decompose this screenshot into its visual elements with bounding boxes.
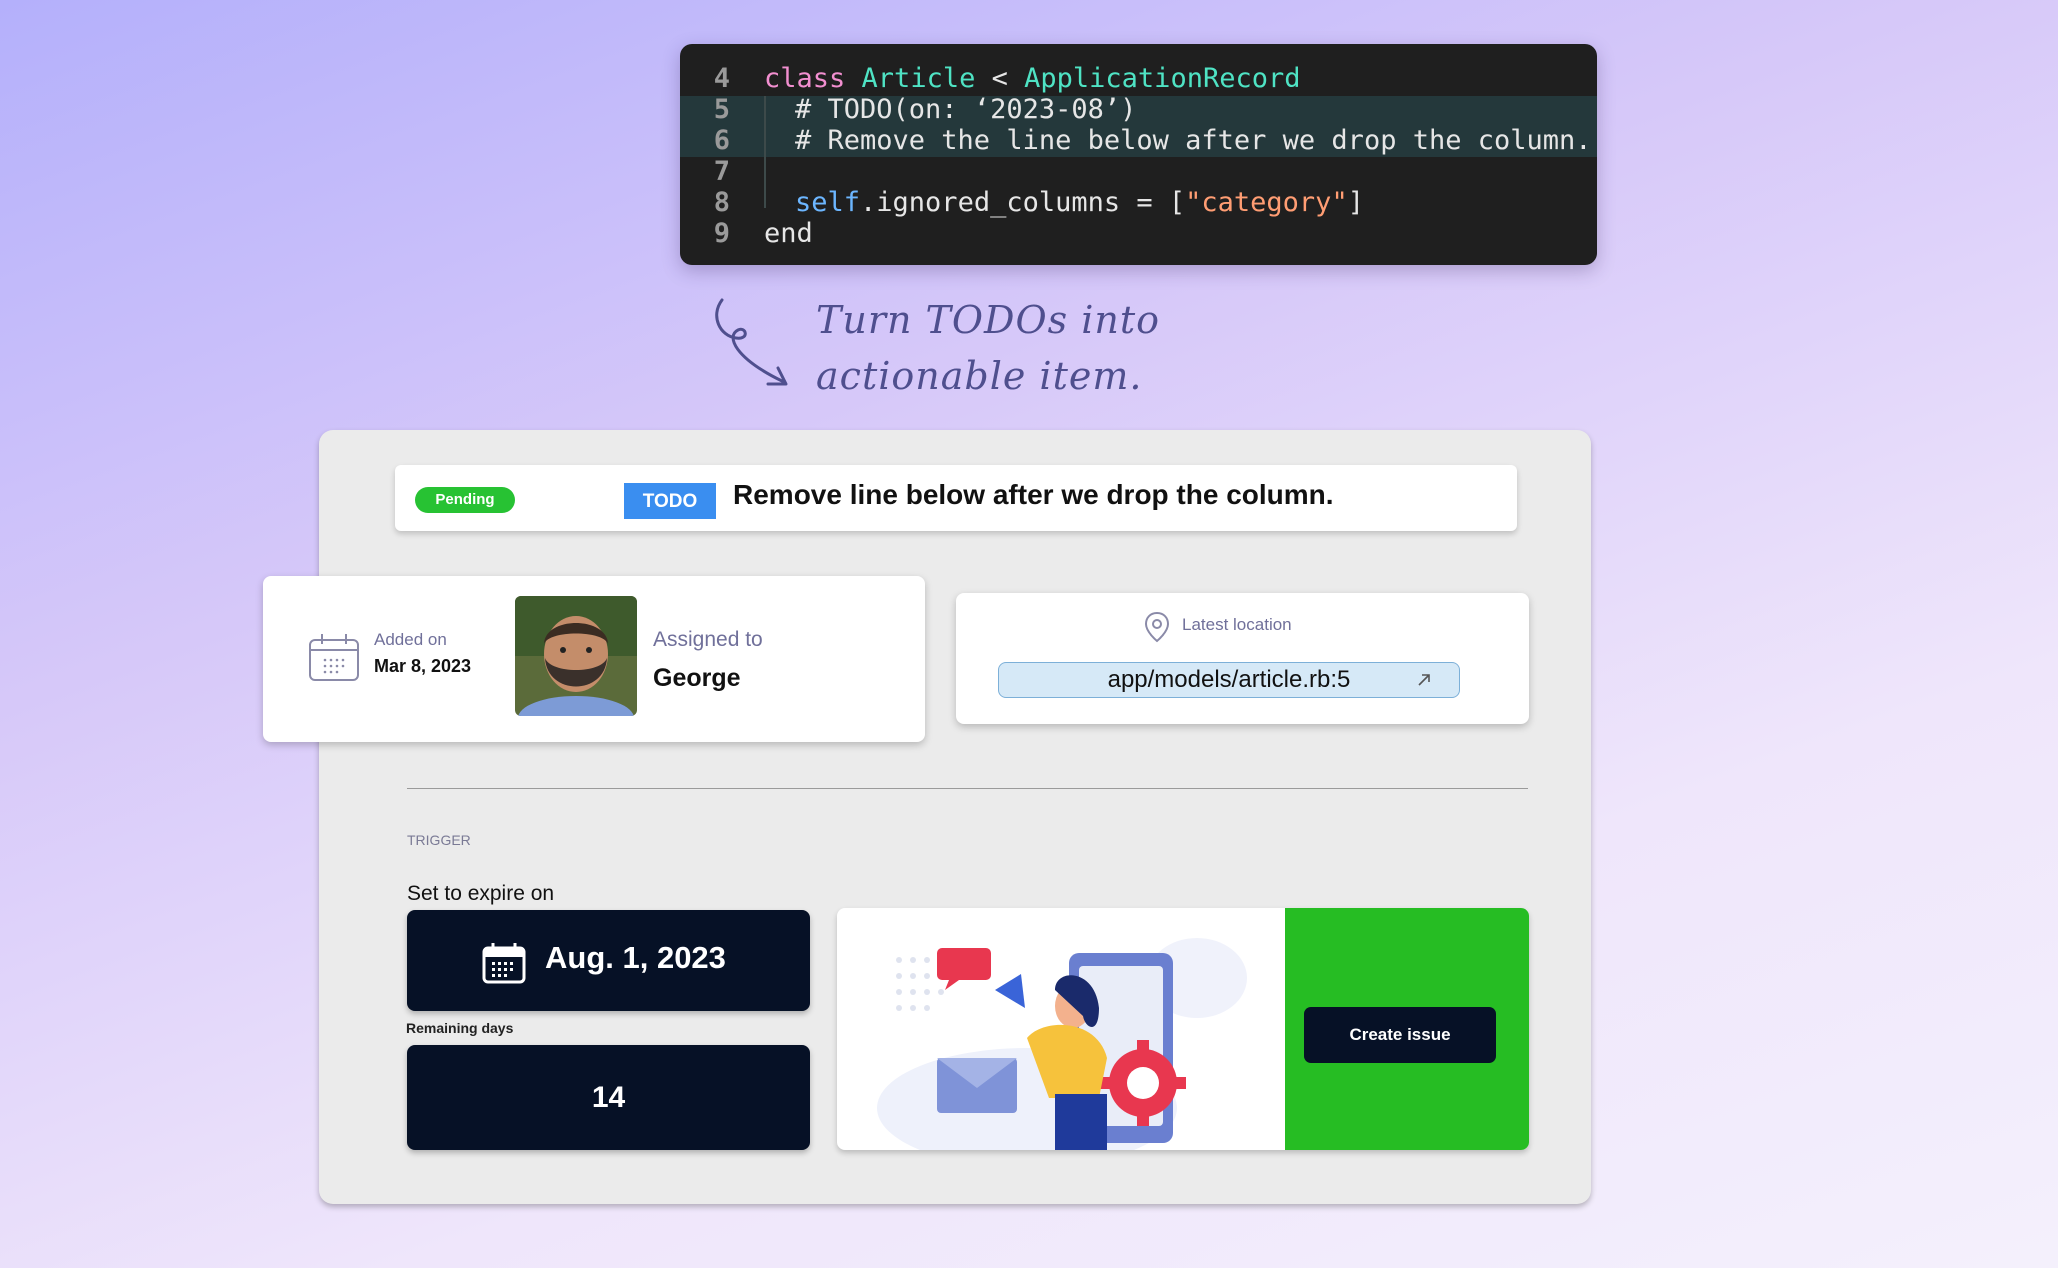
line-number: 7: [713, 156, 730, 187]
indent-guide: [764, 96, 766, 208]
curved-arrow-icon: [715, 298, 788, 386]
todo-title: Remove line below after we drop the colu…: [733, 479, 1334, 510]
line-number: 8: [713, 187, 730, 218]
expire-date: Aug. 1, 2023: [545, 940, 726, 975]
location-pin-icon: [1144, 611, 1170, 643]
location-card: Latest location app/models/article.rb:5: [956, 593, 1529, 724]
external-link-icon: [1418, 674, 1430, 686]
marketing-illustration: [877, 938, 1247, 1150]
calendar-icon: [482, 943, 526, 984]
avatar: [515, 596, 637, 716]
code-comment: # TODO(on: ‘2023-08’): [795, 94, 1137, 125]
added-on-label: Added on: [374, 630, 447, 649]
code-line: self.ignored_columns = ["category"]: [795, 187, 1364, 218]
calendar-icon: [309, 634, 359, 681]
assigned-to-label: Assigned to: [653, 628, 763, 651]
location-path: app/models/article.rb:5: [1107, 666, 1351, 693]
status-badge: Pending: [415, 487, 515, 513]
assignee-name: George: [653, 664, 741, 692]
line-number: 6: [713, 125, 730, 156]
section-divider: [407, 788, 1528, 789]
todo-header-bar: Pending TODO Remove line below after we …: [395, 465, 1517, 531]
latest-location-label: Latest location: [1182, 615, 1292, 634]
handwritten-annotation: Turn TODOs into actionable item.: [816, 292, 1236, 404]
line-number: 5: [713, 94, 730, 125]
annotation-line: Turn TODOs into: [816, 298, 1161, 342]
expire-date-box[interactable]: Aug. 1, 2023: [407, 910, 810, 1011]
added-on-date: Mar 8, 2023: [374, 656, 472, 676]
trigger-heading: TRIGGER: [407, 832, 471, 848]
expire-label: Set to expire on: [407, 882, 555, 905]
create-issue-button[interactable]: Create issue: [1304, 1007, 1496, 1063]
line-number: 4: [713, 63, 730, 94]
remaining-days-label: Remaining days: [406, 1020, 514, 1036]
location-link[interactable]: app/models/article.rb:5: [998, 662, 1460, 698]
code-line: end: [764, 218, 813, 249]
create-issue-section: Create issue: [837, 908, 1529, 1150]
code-comment: # Remove the line below after we drop th…: [795, 125, 1592, 156]
annotation-line: actionable item.: [816, 354, 1143, 398]
meta-card: Added on Mar 8, 2023 Assigned to George: [263, 576, 925, 742]
todo-tag: TODO: [624, 483, 716, 519]
line-number: 9: [713, 218, 730, 249]
remaining-days-value: 14: [407, 1045, 810, 1150]
create-issue-panel: Create issue: [1285, 908, 1529, 1150]
code-line: class Article < ApplicationRecord: [764, 63, 1301, 94]
code-snippet: 4 5 6 7 8 9 class Article < ApplicationR…: [680, 44, 1597, 265]
